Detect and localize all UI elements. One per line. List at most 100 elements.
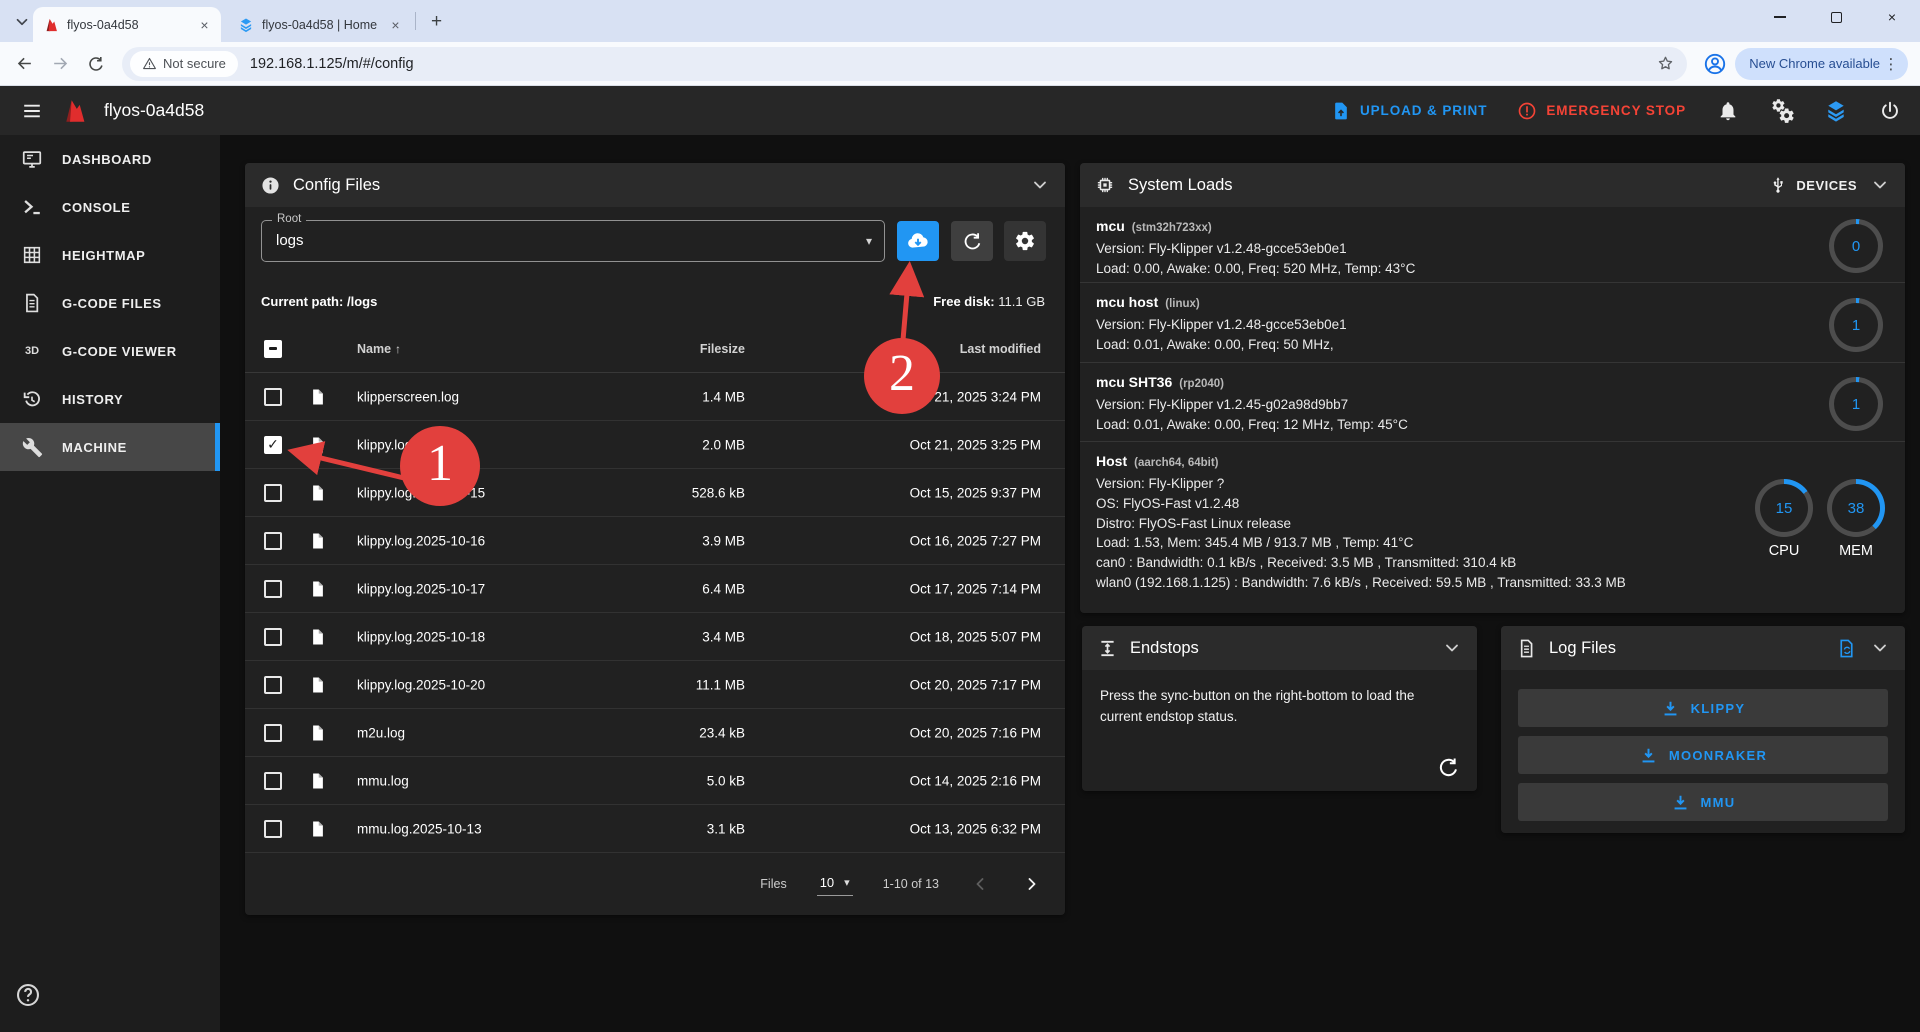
sidebar-item-dashboard[interactable]: DASHBOARD — [0, 135, 220, 183]
collapse-chevron-icon[interactable] — [1441, 637, 1463, 659]
chrome-update-button[interactable]: New Chrome available ⋮ — [1735, 48, 1908, 80]
row-checkbox[interactable] — [264, 820, 282, 838]
notifications-bell-icon[interactable] — [1716, 99, 1740, 123]
mcu-version-line: Version: Fly-Klipper v1.2.48-gcce53eb0e1 — [1096, 315, 1889, 335]
system-loads-header[interactable]: System Loads DEVICES — [1080, 163, 1905, 207]
profile-avatar-icon[interactable] — [1699, 48, 1731, 80]
next-page-icon[interactable] — [1021, 873, 1043, 895]
file-size: 11.1 MB — [585, 677, 745, 692]
back-icon[interactable] — [8, 48, 40, 80]
row-checkbox[interactable] — [264, 628, 282, 646]
row-checkbox[interactable] — [264, 484, 282, 502]
window-maximize-button[interactable] — [1808, 0, 1864, 34]
upload-print-button[interactable]: UPLOAD & PRINT — [1331, 101, 1487, 121]
file-name[interactable]: klippy.log.2025-10-18 — [357, 629, 485, 644]
tab-search-icon[interactable] — [10, 10, 34, 34]
table-row[interactable]: klippy.log.2025-10-15 528.6 kB Oct 15, 2… — [245, 469, 1065, 517]
settings-gear-button[interactable] — [1004, 221, 1046, 261]
panel-title: Log Files — [1549, 639, 1616, 658]
collapse-chevron-icon[interactable] — [1869, 174, 1891, 196]
reload-icon[interactable] — [80, 48, 112, 80]
browser-menu-icon[interactable]: ⋮ — [1880, 55, 1902, 73]
endstops-header[interactable]: Endstops — [1082, 626, 1477, 670]
help-icon[interactable] — [15, 982, 41, 1008]
devices-button[interactable]: DEVICES — [1769, 176, 1857, 194]
window-close-button[interactable]: × — [1864, 0, 1920, 34]
tab-close-icon[interactable]: × — [387, 16, 404, 33]
column-last-modified[interactable]: Last modified — [765, 342, 1041, 356]
table-row[interactable]: klippy.log.2025-10-20 11.1 MB Oct 20, 20… — [245, 661, 1065, 709]
file-name[interactable]: mmu.log — [357, 773, 409, 788]
file-name[interactable]: mmu.log.2025-10-13 — [357, 821, 482, 836]
sidebar-item-history[interactable]: HISTORY — [0, 375, 220, 423]
file-name[interactable]: klippy.log.2025-10-15 — [357, 485, 485, 500]
sync-icon[interactable] — [1437, 756, 1461, 780]
download-klippy-log-button[interactable]: KLIPPY — [1518, 689, 1888, 727]
browser-tab-active[interactable]: flyos-0a4d58 × — [33, 7, 221, 42]
mcu-host-section: mcu host(linux) Version: Fly-Klipper v1.… — [1080, 283, 1905, 363]
table-row[interactable]: klippy.log 2.0 MB Oct 21, 2025 3:25 PM — [245, 421, 1065, 469]
address-bar[interactable]: Not secure 192.168.1.125/m/#/config — [122, 47, 1687, 81]
file-sync-icon[interactable] — [1835, 637, 1857, 659]
table-row[interactable]: klippy.log.2025-10-16 3.9 MB Oct 16, 202… — [245, 517, 1065, 565]
table-row[interactable]: m2u.log 23.4 kB Oct 20, 2025 7:16 PM — [245, 709, 1065, 757]
download-archive-button[interactable] — [897, 221, 939, 261]
log-files-header[interactable]: Log Files — [1501, 626, 1905, 670]
info-icon — [259, 174, 281, 196]
sidebar-item-machine[interactable]: MACHINE — [0, 423, 220, 471]
per-page-select[interactable]: 10 ▾ — [817, 872, 853, 896]
root-select[interactable]: Root logs ▾ — [261, 220, 885, 262]
table-row[interactable]: mmu.log.2025-10-13 3.1 kB Oct 13, 2025 6… — [245, 805, 1065, 853]
download-mmu-log-button[interactable]: MMU — [1518, 783, 1888, 821]
row-checkbox[interactable] — [264, 580, 282, 598]
file-name[interactable]: m2u.log — [357, 725, 405, 740]
table-row[interactable]: klipperscreen.log 1.4 MB Oct 21, 2025 3:… — [245, 373, 1065, 421]
mcu-load-line: Load: 0.01, Awake: 0.00, Freq: 50 MHz, — [1096, 335, 1889, 355]
file-name[interactable]: klippy.log.2025-10-17 — [357, 581, 485, 596]
power-icon[interactable] — [1878, 99, 1902, 123]
window-minimize-button[interactable] — [1752, 0, 1808, 34]
file-modified: Oct 21, 2025 3:25 PM — [765, 437, 1041, 452]
sidebar-item-gcode-files[interactable]: G-CODE FILES — [0, 279, 220, 327]
select-all-checkbox[interactable] — [264, 340, 282, 358]
menu-icon[interactable] — [18, 97, 46, 125]
previous-page-icon[interactable] — [969, 873, 991, 895]
column-filesize[interactable]: Filesize — [585, 342, 745, 356]
fluidd-layers-icon[interactable] — [1824, 99, 1848, 123]
column-name[interactable]: Name↑ — [357, 342, 401, 356]
download-icon — [1661, 699, 1680, 718]
table-row[interactable]: mmu.log 5.0 kB Oct 14, 2025 2:16 PM — [245, 757, 1065, 805]
file-name[interactable]: klipperscreen.log — [357, 389, 459, 404]
sidebar-item-gcode-viewer[interactable]: 3D G-CODE VIEWER — [0, 327, 220, 375]
row-checkbox[interactable] — [264, 388, 282, 406]
file-name[interactable]: klippy.log.2025-10-20 — [357, 677, 485, 692]
row-checkbox[interactable] — [264, 772, 282, 790]
refresh-button[interactable] — [951, 221, 993, 261]
row-checkbox[interactable] — [264, 724, 282, 742]
forward-icon[interactable] — [44, 48, 76, 80]
table-row[interactable]: klippy.log.2025-10-17 6.4 MB Oct 17, 202… — [245, 565, 1065, 613]
cpu-gauge-label: CPU — [1755, 543, 1813, 559]
row-checkbox[interactable] — [264, 532, 282, 550]
file-name[interactable]: klippy.log — [357, 437, 412, 452]
table-row[interactable]: klippy.log.2025-10-18 3.4 MB Oct 18, 202… — [245, 613, 1065, 661]
file-name[interactable]: klippy.log.2025-10-16 — [357, 533, 485, 548]
row-checkbox[interactable] — [264, 436, 282, 454]
tab-close-icon[interactable]: × — [196, 16, 213, 33]
emergency-stop-button[interactable]: EMERGENCY STOP — [1517, 101, 1686, 121]
new-tab-button[interactable]: + — [424, 9, 449, 34]
security-chip[interactable]: Not secure — [130, 51, 238, 77]
collapse-chevron-icon[interactable] — [1869, 637, 1891, 659]
download-moonraker-log-button[interactable]: MOONRAKER — [1518, 736, 1888, 774]
browser-tab-inactive[interactable]: flyos-0a4d58 | Home × — [228, 7, 412, 42]
url-text[interactable]: 192.168.1.125/m/#/config — [250, 56, 1651, 72]
sidebar-item-console[interactable]: CONSOLE — [0, 183, 220, 231]
settings-cogs-icon[interactable] — [1770, 99, 1794, 123]
row-checkbox[interactable] — [264, 676, 282, 694]
sidebar-item-heightmap[interactable]: HEIGHTMAP — [0, 231, 220, 279]
config-files-header[interactable]: Config Files — [245, 163, 1065, 207]
collapse-chevron-icon[interactable] — [1029, 174, 1051, 196]
app-title: flyos-0a4d58 — [104, 100, 204, 121]
file-size: 5.0 kB — [585, 773, 745, 788]
bookmark-star-icon[interactable] — [1651, 50, 1679, 78]
